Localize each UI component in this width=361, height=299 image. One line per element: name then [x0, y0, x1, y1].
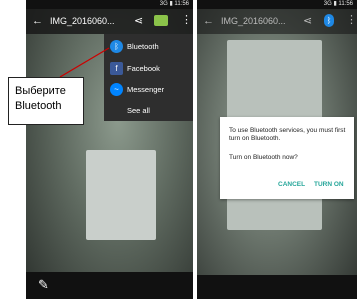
- bluetooth-dialog: To use Bluetooth services, you must firs…: [220, 117, 354, 199]
- app-bar: ← IMG_2016060... ⋖ ᛒ ⋮: [197, 9, 357, 34]
- overflow-menu-icon[interactable]: ⋮: [346, 13, 357, 27]
- arrow-line: [59, 47, 110, 78]
- signal-indicator: 3G: [323, 1, 332, 7]
- turn-on-button[interactable]: TURN ON: [314, 181, 344, 189]
- right-phone-screen: 3G ▮ 11:56 ← IMG_2016060... ⋖ ᛒ ⋮ To use…: [197, 0, 357, 299]
- status-bar: 3G ▮ 11:56: [197, 0, 357, 9]
- callout-line-1: Выберите: [15, 85, 66, 97]
- share-icon[interactable]: ⋖: [303, 14, 312, 28]
- image-title: IMG_2016060...: [221, 16, 286, 26]
- cancel-button[interactable]: CANCEL: [278, 181, 305, 189]
- back-arrow-icon[interactable]: ←: [203, 14, 214, 28]
- dialog-message: To use Bluetooth services, you must firs…: [229, 127, 346, 142]
- clock: 11:56: [338, 1, 353, 7]
- instruction-callout: Выберите Bluetooth: [8, 77, 84, 125]
- dialog-question: Turn on Bluetooth now?: [229, 154, 298, 161]
- bluetooth-icon[interactable]: ᛒ: [324, 14, 334, 27]
- bottom-bar: [197, 275, 357, 299]
- callout-line-2: Bluetooth: [15, 100, 62, 112]
